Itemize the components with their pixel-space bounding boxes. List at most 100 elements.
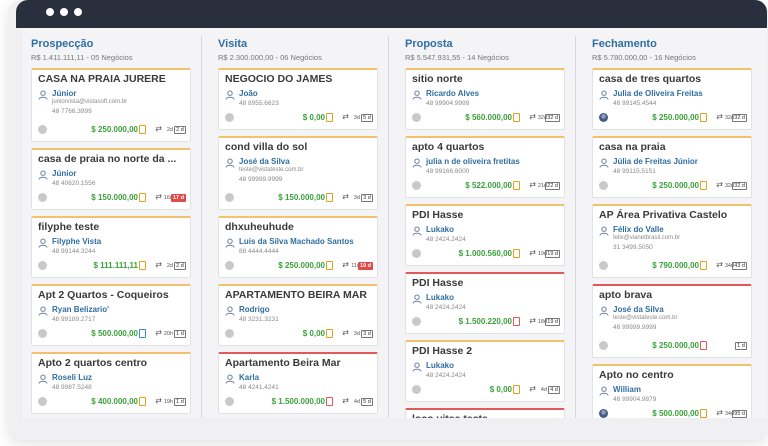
deal-title[interactable]: AP Área Privativa Castelo xyxy=(599,209,749,221)
deal-card[interactable]: Apartamento Beira Mar Karla 48 4241.4241 $ … xyxy=(218,352,378,414)
document-icon[interactable] xyxy=(139,329,146,338)
deal-card[interactable]: CASA NA PRAIA JURERE Júnior juniorvista@vi… xyxy=(31,68,191,142)
owner-avatar[interactable] xyxy=(38,193,47,202)
contact-name[interactable]: julia n de oliveira fretitas xyxy=(426,157,520,166)
deal-card[interactable]: casa na praia Júlia de Freitas Júnior 48 9… xyxy=(592,136,752,198)
deal-card[interactable]: NEGOCIO DO JAMES João 48 8955.6623 $ 0,00 ⇄ 3… xyxy=(218,68,378,130)
owner-avatar[interactable] xyxy=(412,317,421,326)
contact-name[interactable]: William xyxy=(613,385,641,394)
document-icon[interactable] xyxy=(326,193,333,202)
contact-name[interactable]: José da Silva xyxy=(239,157,290,166)
document-icon[interactable] xyxy=(326,113,333,122)
contact-name[interactable]: Rodrigo xyxy=(239,305,270,314)
deal-title[interactable]: apto 4 quartos xyxy=(412,141,562,153)
deal-title[interactable]: CASA NA PRAIA JURERE xyxy=(38,73,188,85)
document-icon[interactable] xyxy=(700,409,707,418)
deal-card[interactable]: sitio norte Ricardo Alves 48 99904.9999 $ 5… xyxy=(405,68,565,130)
owner-avatar[interactable] xyxy=(412,113,421,122)
deal-card[interactable]: PDI Hasse Lukako 48 2424.2424 $ 1.500.220,0… xyxy=(405,272,565,334)
deal-title[interactable]: casa de praia no norte da ... xyxy=(38,153,188,165)
contact-name[interactable]: Luis da Silva Machado Santos xyxy=(239,237,354,246)
owner-avatar[interactable] xyxy=(412,181,421,190)
contact-name[interactable]: João xyxy=(239,89,258,98)
contact-name[interactable]: Roseli Luz xyxy=(52,373,92,382)
document-icon[interactable] xyxy=(326,397,333,406)
contact-name[interactable]: Lukako xyxy=(426,361,454,370)
contact-name[interactable]: Ricardo Alves xyxy=(426,89,479,98)
deal-title[interactable]: sitio norte xyxy=(412,73,562,85)
owner-avatar[interactable] xyxy=(225,261,234,270)
deal-card[interactable]: casa de tres quartos Julia de Oliveira Fr… xyxy=(592,68,752,130)
document-icon[interactable] xyxy=(513,249,520,258)
document-icon[interactable] xyxy=(139,193,146,202)
contact-name[interactable]: Júlia de Freitas Júnior xyxy=(613,157,698,166)
owner-avatar[interactable] xyxy=(225,397,234,406)
owner-avatar[interactable] xyxy=(38,397,47,406)
deal-card[interactable]: Apto 2 quartos centro Roseli Luz 48 9987.5… xyxy=(31,352,191,414)
window-dot-icon[interactable] xyxy=(60,8,68,16)
owner-avatar[interactable] xyxy=(225,193,234,202)
contact-name[interactable]: Karla xyxy=(239,373,259,382)
document-icon[interactable] xyxy=(513,113,520,122)
deal-card[interactable]: cond villa do sol José da Silva teste@vist… xyxy=(218,136,378,210)
document-icon[interactable] xyxy=(700,341,707,350)
deal-title[interactable]: filyphe teste xyxy=(38,221,188,233)
contact-name[interactable]: Ryan Belizario' xyxy=(52,305,109,314)
document-icon[interactable] xyxy=(513,317,520,326)
document-icon[interactable] xyxy=(139,125,146,134)
owner-avatar[interactable] xyxy=(38,329,47,338)
document-icon[interactable] xyxy=(513,385,520,394)
window-dot-icon[interactable] xyxy=(46,8,54,16)
document-icon[interactable] xyxy=(700,181,707,190)
deal-title[interactable]: dhxuheuhude xyxy=(225,221,375,233)
contact-name[interactable]: José da Silva xyxy=(613,305,664,314)
deal-title[interactable]: NEGOCIO DO JAMES xyxy=(225,73,375,85)
contact-name[interactable]: Júnior xyxy=(52,89,76,98)
owner-avatar[interactable] xyxy=(599,409,608,418)
deal-title[interactable]: PDI Hasse xyxy=(412,209,562,221)
document-icon[interactable] xyxy=(700,113,707,122)
deal-card[interactable]: AP Área Privativa Castelo Félix do Valle f… xyxy=(592,204,752,278)
contact-name[interactable]: Filyphe Vista xyxy=(52,237,101,246)
owner-avatar[interactable] xyxy=(599,341,608,350)
owner-avatar[interactable] xyxy=(412,249,421,258)
deal-title[interactable]: apto brava xyxy=(599,289,749,301)
deal-card[interactable]: loco vitae teste xyxy=(405,408,565,418)
contact-name[interactable]: Félix do Valle xyxy=(613,225,664,234)
deal-card[interactable]: Apto no centro William 48 99904.9879 $ 500.… xyxy=(592,364,752,418)
deal-card[interactable]: apto brava José da Silva teste@vistateste.… xyxy=(592,284,752,358)
deal-title[interactable]: casa de tres quartos xyxy=(599,73,749,85)
contact-name[interactable]: Lukako xyxy=(426,225,454,234)
document-icon[interactable] xyxy=(139,397,146,406)
deal-title[interactable]: PDI Hasse xyxy=(412,277,562,289)
owner-avatar[interactable] xyxy=(412,385,421,394)
deal-card[interactable]: APARTAMENTO BEIRA MAR Rodrigo 48 3231.3231… xyxy=(218,284,378,346)
deal-title[interactable]: PDI Hasse 2 xyxy=(412,345,562,357)
deal-card[interactable]: PDI Hasse 2 Lukako 48 2424.2424 $ 0,00 ⇄ 4d 4 … xyxy=(405,340,565,402)
document-icon[interactable] xyxy=(326,261,333,270)
deal-title[interactable]: cond villa do sol xyxy=(225,141,375,153)
document-icon[interactable] xyxy=(513,181,520,190)
deal-card[interactable]: dhxuheuhude Luis da Silva Machado Santos 8… xyxy=(218,216,378,278)
contact-name[interactable]: Lukako xyxy=(426,293,454,302)
contact-name[interactable]: Júnior xyxy=(52,169,76,178)
deal-title[interactable]: loco vitae teste xyxy=(412,413,562,418)
deal-title[interactable]: Apto no centro xyxy=(599,369,749,381)
deal-title[interactable]: Apto 2 quartos centro xyxy=(38,357,188,369)
document-icon[interactable] xyxy=(700,261,707,270)
owner-avatar[interactable] xyxy=(599,181,608,190)
owner-avatar[interactable] xyxy=(38,261,47,270)
deal-title[interactable]: APARTAMENTO BEIRA MAR xyxy=(225,289,375,301)
deal-card[interactable]: PDI Hasse Lukako 48 2424.2424 $ 1.000.560,0… xyxy=(405,204,565,266)
owner-avatar[interactable] xyxy=(599,261,608,270)
deal-card[interactable]: casa de praia no norte da ... Júnior 48 40… xyxy=(31,148,191,210)
deal-card[interactable]: Apt 2 Quartos - Coqueiros Ryan Belizario'… xyxy=(31,284,191,346)
window-dot-icon[interactable] xyxy=(74,8,82,16)
owner-avatar[interactable] xyxy=(599,113,608,122)
deal-title[interactable]: Apartamento Beira Mar xyxy=(225,357,375,369)
deal-card[interactable]: filyphe teste Filyphe Vista 48 99144.3244 $… xyxy=(31,216,191,278)
deal-title[interactable]: Apt 2 Quartos - Coqueiros xyxy=(38,289,188,301)
contact-name[interactable]: Julia de Oliveira Freitas xyxy=(613,89,703,98)
deal-title[interactable]: casa na praia xyxy=(599,141,749,153)
document-icon[interactable] xyxy=(326,329,333,338)
